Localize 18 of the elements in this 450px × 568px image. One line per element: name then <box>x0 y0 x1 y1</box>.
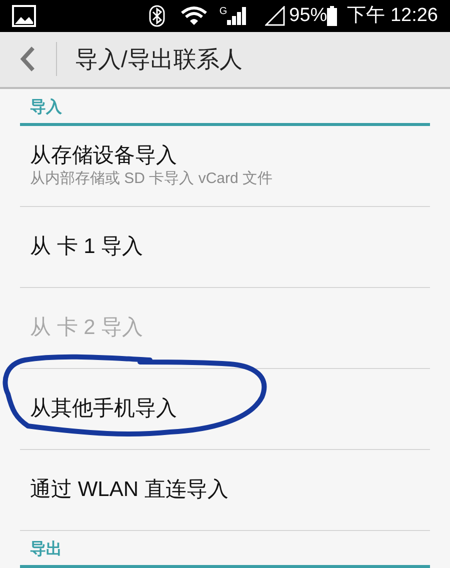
list-item-title[interactable]: 通过 WLAN 直连导入 <box>30 477 420 503</box>
wifi-icon <box>181 6 208 26</box>
bluetooth-icon <box>149 4 166 27</box>
network-type-label: G <box>219 5 228 19</box>
section-title: 导入 <box>30 99 62 116</box>
picture-icon <box>12 4 36 27</box>
battery-percent: 95% <box>289 4 328 28</box>
list-item-subtitle: 从内部存储或 SD 卡导入 vCard 文件 <box>30 169 274 189</box>
battery-icon <box>327 6 338 26</box>
section-title: 导出 <box>30 541 62 558</box>
toolbar-title: 导入/导出联系人 <box>75 45 242 74</box>
list-item-title[interactable]: 从其他手机导入 <box>30 396 420 422</box>
back-icon <box>20 46 36 72</box>
signal-icon <box>227 6 248 25</box>
empty-signal-icon <box>265 6 286 26</box>
list-item-title[interactable]: 从存储设备导入 <box>30 143 420 169</box>
list-item-title[interactable]: 从 卡 1 导入 <box>30 234 420 260</box>
clock: 下午 12:26 <box>347 4 438 28</box>
